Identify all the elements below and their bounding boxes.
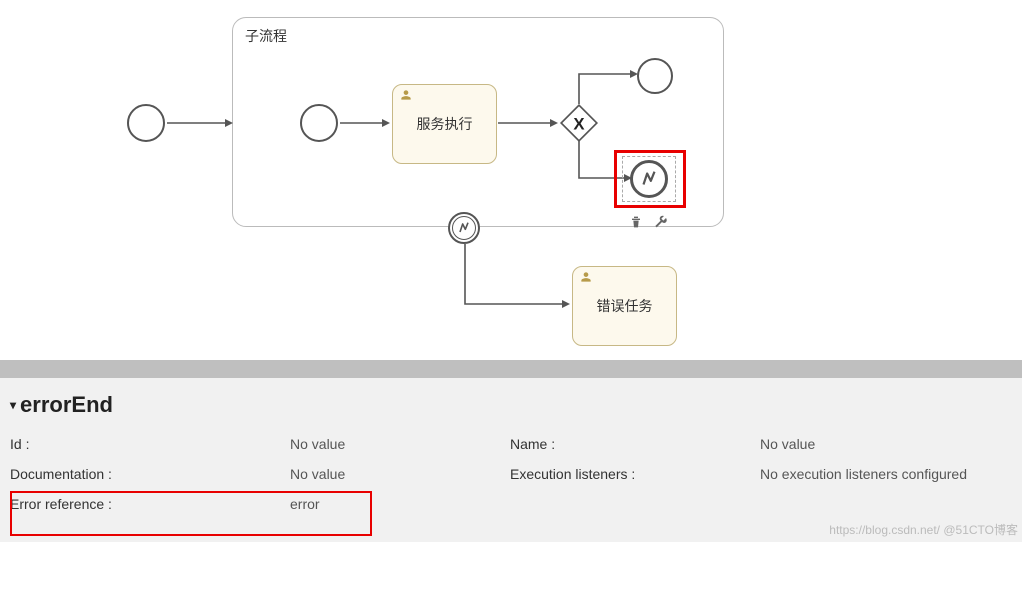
- section-title: errorEnd: [20, 392, 113, 418]
- svg-text:X: X: [573, 114, 585, 133]
- watermark: https://blog.csdn.net/ @51CTO博客: [829, 521, 1018, 538]
- user-task-error[interactable]: 错误任务: [572, 266, 677, 346]
- task-label: 错误任务: [597, 296, 653, 316]
- properties-title-row[interactable]: ▾ errorEnd: [10, 392, 1012, 418]
- properties-panel: ▾ errorEnd Id : No value Name : No value…: [0, 378, 1022, 542]
- prop-id-value[interactable]: No value: [290, 436, 510, 452]
- start-event-inner[interactable]: [300, 104, 338, 142]
- end-event[interactable]: [637, 58, 673, 94]
- bpmn-canvas[interactable]: 子流程 服务执行 X: [0, 0, 1022, 360]
- prop-doc-label: Documentation :: [10, 466, 290, 482]
- prop-name-label: Name :: [510, 436, 760, 452]
- flow-arrow: [462, 244, 572, 312]
- task-label: 服务执行: [417, 114, 473, 134]
- error-end-event[interactable]: [630, 160, 668, 198]
- user-icon: [579, 270, 593, 284]
- flow-arrow: [498, 120, 558, 130]
- highlight-error-reference: [10, 491, 372, 536]
- flow-arrow: [340, 120, 390, 130]
- subprocess-label: 子流程: [245, 26, 287, 46]
- prop-name-value[interactable]: No value: [760, 436, 1020, 452]
- user-icon: [399, 88, 413, 102]
- boundary-error-event[interactable]: [448, 212, 480, 244]
- prop-id-label: Id :: [10, 436, 290, 452]
- flow-arrow: [576, 60, 640, 110]
- start-event-outer[interactable]: [127, 104, 165, 142]
- error-icon: [638, 168, 660, 190]
- prop-exec-label: Execution listeners :: [510, 466, 760, 482]
- delete-icon[interactable]: [628, 214, 644, 230]
- chevron-down-icon: ▾: [10, 398, 16, 412]
- error-icon: [456, 220, 472, 236]
- prop-doc-value[interactable]: No value: [290, 466, 510, 482]
- user-task-service[interactable]: 服务执行: [392, 84, 497, 164]
- prop-exec-value[interactable]: No execution listeners configured: [760, 466, 1020, 482]
- panel-divider[interactable]: [0, 360, 1022, 378]
- flow-arrow: [167, 120, 233, 130]
- wrench-icon[interactable]: [652, 214, 668, 230]
